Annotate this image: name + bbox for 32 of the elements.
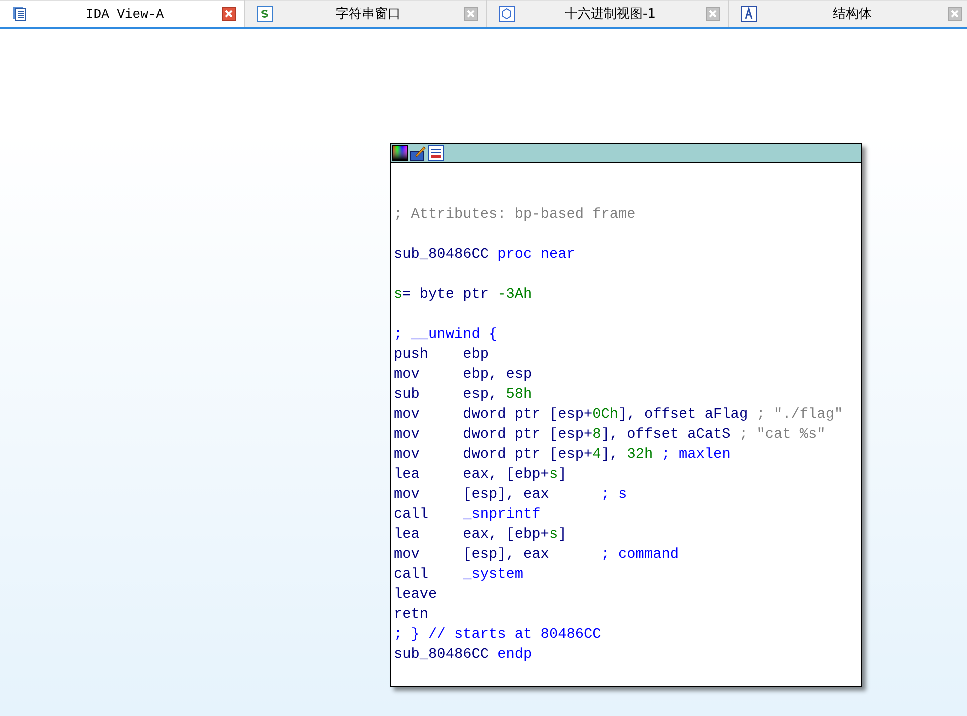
code-line: mov dword ptr [esp+8], offset aCatS ; "cat %s" [394,426,827,445]
code-line: sub_80486CC proc near [394,246,576,265]
document-icon [12,6,28,22]
tab-label: 字符串窗口 [335,6,402,23]
pencil-icon [410,145,426,161]
code-line: leave [394,586,438,605]
code-line: mov dword ptr [esp+4], 32h ; maxlen [394,446,732,465]
code-line: retn [394,606,430,625]
code-line: mov [esp], eax ; s [394,486,628,505]
tab-label: 结构体 [832,6,873,23]
code-line: lea eax, [ebp+s] [394,526,568,545]
code-line: s= byte ptr -3Ah [394,286,534,305]
string-icon [257,6,273,22]
code-line: ; __unwind { [394,326,499,345]
code-line: call _snprintf [394,506,542,525]
struct-icon [741,6,757,22]
code-line: push ebp [394,346,490,365]
code-line: lea eax, [ebp+s] [394,466,568,485]
tab[interactable]: 字符串窗口 [245,0,487,27]
tab[interactable]: IDA View-A [0,0,245,27]
code-line: mov ebp, esp [394,366,534,385]
code-line: sub esp, 58h [394,386,534,405]
code-line: call _system [394,566,525,585]
code-line: mov dword ptr [esp+0Ch], offset aFlag ; "./flag" [394,406,844,425]
close-icon[interactable] [222,7,236,21]
code-line: ; } // starts at 80486CC [394,626,602,645]
tab-label: 十六进制视图-1 [564,6,657,23]
code-line: sub_80486CC endp [394,646,534,665]
code-line: mov [esp], eax ; command [394,546,680,565]
tab[interactable]: 十六进制视图-1 [487,0,729,27]
tab-label: IDA View-A [84,6,165,22]
code-line: ; Attributes: bp-based frame [394,206,637,225]
